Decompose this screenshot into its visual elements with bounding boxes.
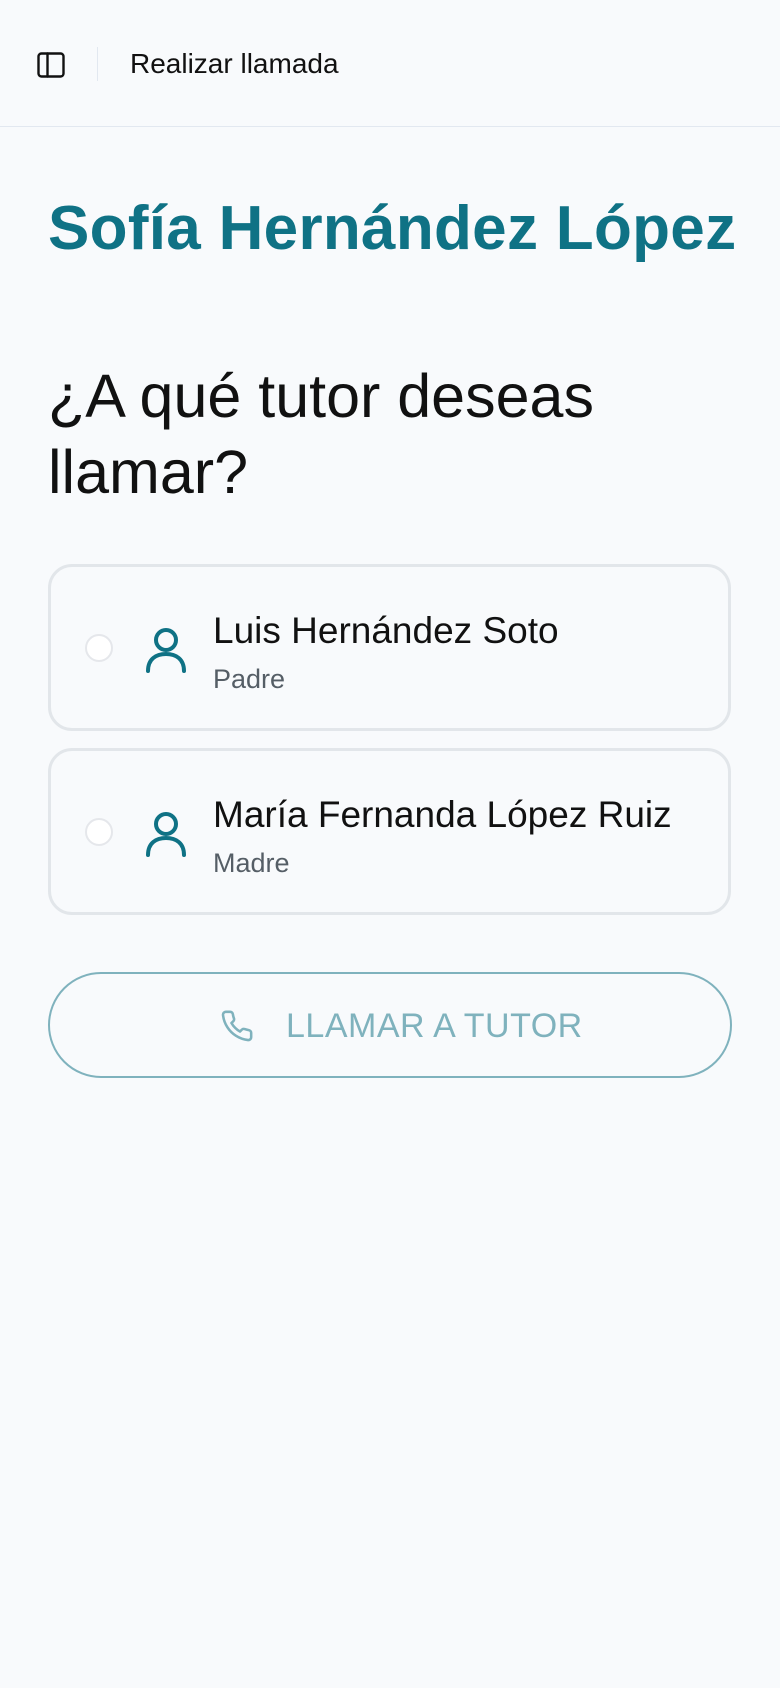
tutor-relation: Padre: [213, 664, 286, 694]
tutor-question: ¿A qué tutor deseas llamar?: [48, 362, 594, 506]
phone-icon: [220, 1009, 254, 1043]
tutor-name: María Fernanda López Ruiz: [213, 794, 672, 835]
tutor-option-1[interactable]: Luis Hernández Soto Padre: [48, 564, 731, 731]
header-divider: [97, 47, 98, 81]
panel-left-icon[interactable]: [36, 50, 66, 80]
student-name: Sofía Hernández López: [48, 194, 737, 263]
user-icon: [144, 627, 188, 673]
call-button-label: LLAMAR A TUTOR: [286, 1007, 583, 1045]
tutor-option-2[interactable]: María Fernanda López Ruiz Madre: [48, 748, 731, 915]
page-title: Realizar llamada: [130, 48, 339, 79]
tutor-name: Luis Hernández Soto: [213, 610, 559, 651]
top-bar: Realizar llamada: [0, 0, 780, 127]
tutor-radio-2[interactable]: [85, 818, 113, 846]
user-icon: [144, 811, 188, 857]
tutor-radio-1[interactable]: [85, 634, 113, 662]
call-tutor-button[interactable]: LLAMAR A TUTOR: [48, 972, 732, 1078]
tutor-relation: Madre: [213, 848, 290, 878]
